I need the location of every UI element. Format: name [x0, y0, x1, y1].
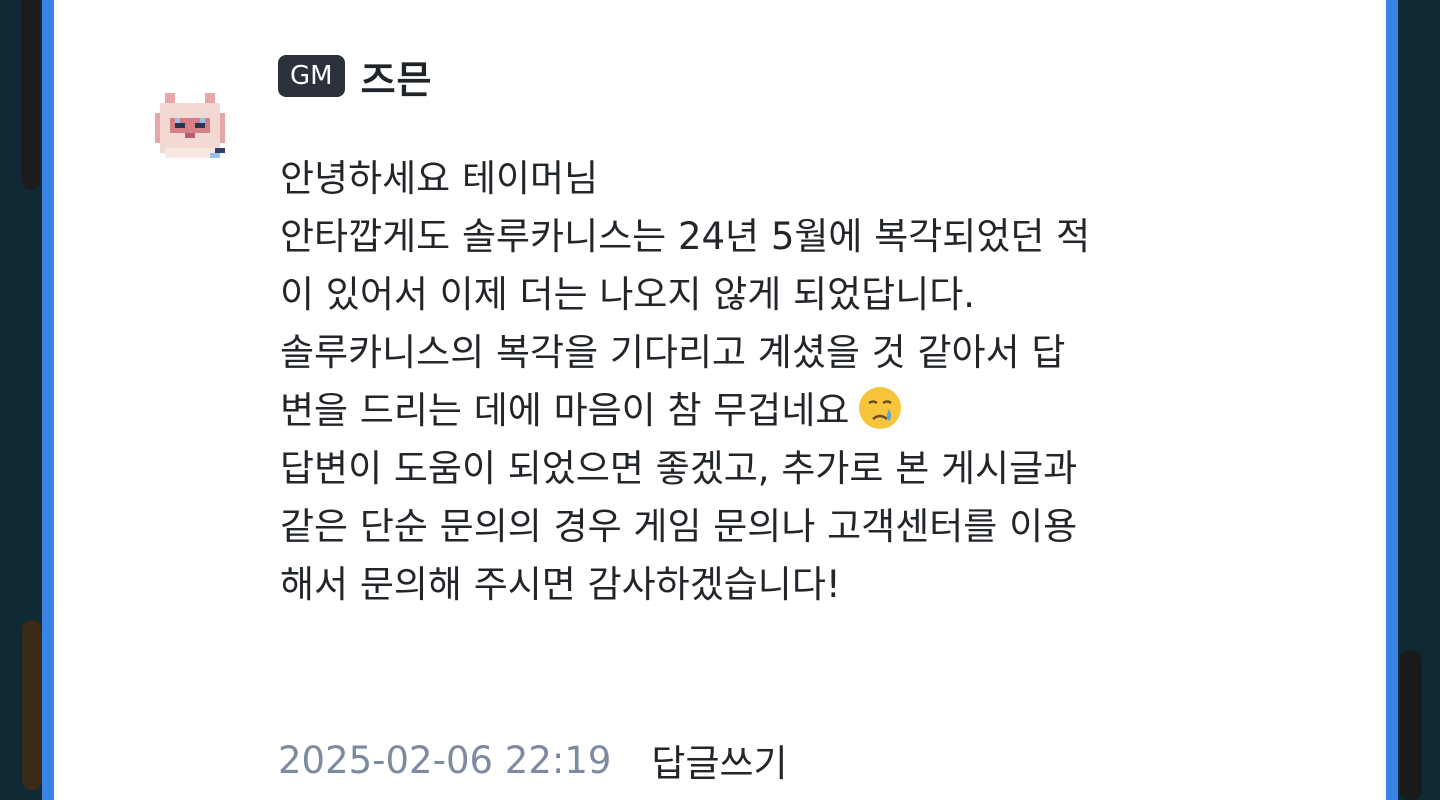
message-line: 솔루카니스의 복각을 기다리고 계셨을 것 같아서 답: [280, 331, 1066, 374]
author-name[interactable]: 즈믄: [361, 49, 433, 104]
message-line: 이 있어서 이제 더는 나오지 않게 되었답니다.: [280, 273, 976, 316]
background-right: [1398, 0, 1440, 800]
comment-header: GM 즈믄: [278, 48, 433, 104]
comment-footer: 2025-02-06 22:19 답글쓰기: [278, 730, 788, 790]
gm-badge: GM: [278, 55, 345, 97]
message-line: 해서 문의해 주시면 감사하겠습니다!: [280, 563, 841, 606]
reply-button[interactable]: 답글쓰기: [651, 733, 787, 787]
background-left: [0, 0, 42, 800]
message-line: 답변이 도움이 되었으면 좋겠고, 추가로 본 게시글과: [280, 447, 1078, 490]
background-element: [1400, 650, 1422, 800]
comment-message: 안녕하세요 테이머님 안타깝게도 솔루카니스는 24년 5월에 복각되었던 적 …: [280, 150, 1340, 614]
background-element: [22, 620, 42, 790]
message-line: 안타깝게도 솔루카니스는 24년 5월에 복각되었던 적: [280, 215, 1091, 258]
message-line: 안녕하세요 테이머님: [280, 157, 599, 200]
pixel-cat-icon: [155, 93, 225, 158]
crying-face-icon: [859, 387, 902, 429]
message-line: 같은 단순 문의의 경우 게임 문의나 고객센터를 이용: [280, 505, 1078, 548]
background-element: [22, 0, 40, 190]
message-line-with-emoji: 변을 드리는 데에 마음이 참 무겁네요: [280, 382, 1340, 440]
avatar[interactable]: [150, 88, 230, 168]
timestamp: 2025-02-06 22:19: [278, 738, 612, 782]
message-line: 변을 드리는 데에 마음이 참 무겁네요: [280, 389, 850, 432]
